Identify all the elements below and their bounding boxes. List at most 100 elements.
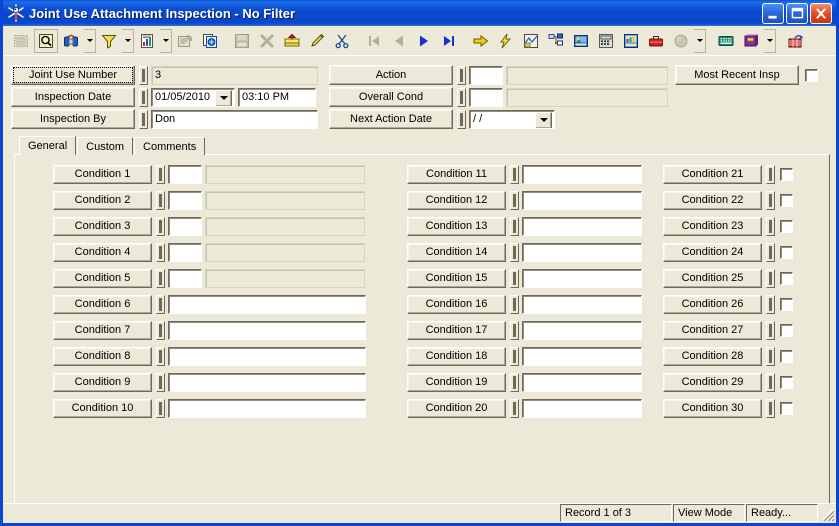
next-action-date-indicator[interactable]	[457, 109, 466, 129]
condition-label-button[interactable]: Condition 30	[663, 398, 762, 418]
condition-code-input[interactable]	[168, 164, 202, 184]
condition-indicator[interactable]	[766, 164, 775, 184]
condition-indicator[interactable]	[156, 216, 165, 236]
minimize-button[interactable]	[762, 2, 784, 24]
condition-indicator[interactable]	[766, 398, 775, 418]
condition-indicator[interactable]	[156, 268, 165, 288]
book-help-icon[interactable]	[739, 29, 763, 53]
maximize-button[interactable]	[786, 2, 808, 24]
condition-text-input[interactable]	[522, 398, 642, 418]
condition-label-button[interactable]: Condition 29	[663, 372, 762, 392]
resize-grip[interactable]	[819, 504, 835, 522]
condition-text-input[interactable]	[168, 320, 366, 340]
condition-label-button[interactable]: Condition 7	[53, 320, 152, 340]
condition-label-button[interactable]: Condition 2	[53, 190, 152, 210]
binoculars-search-icon[interactable]	[59, 29, 83, 53]
copy-record-icon[interactable]	[198, 29, 222, 53]
condition-checkbox[interactable]	[780, 167, 793, 181]
title-bar[interactable]: Joint Use Attachment Inspection - No Fil…	[3, 0, 836, 26]
condition-indicator[interactable]	[156, 320, 165, 340]
condition-checkbox[interactable]	[780, 219, 793, 233]
condition-indicator[interactable]	[510, 216, 519, 236]
condition-indicator[interactable]	[766, 372, 775, 392]
keyboard-entry-icon[interactable]	[714, 29, 738, 53]
next-record-icon[interactable]	[412, 29, 436, 53]
most-recent-insp-button[interactable]: Most Recent Insp	[675, 65, 799, 85]
condition-label-button[interactable]: Condition 26	[663, 294, 762, 314]
condition-indicator[interactable]	[766, 190, 775, 210]
joint-use-number-label-button[interactable]: Joint Use Number	[11, 65, 135, 85]
inspection-date-input[interactable]: 01/05/2010	[151, 87, 235, 107]
overall-cond-code-input[interactable]	[469, 87, 503, 107]
condition-label-button[interactable]: Condition 28	[663, 346, 762, 366]
condition-label-button[interactable]: Condition 6	[53, 294, 152, 314]
find-record-icon[interactable]	[34, 28, 58, 53]
condition-indicator[interactable]	[510, 320, 519, 340]
condition-label-button[interactable]: Condition 18	[407, 346, 506, 366]
condition-checkbox[interactable]	[780, 349, 793, 363]
condition-indicator[interactable]	[510, 190, 519, 210]
condition-indicator[interactable]	[510, 398, 519, 418]
condition-indicator[interactable]	[156, 190, 165, 210]
condition-label-button[interactable]: Condition 9	[53, 372, 152, 392]
condition-indicator[interactable]	[766, 268, 775, 288]
condition-checkbox[interactable]	[780, 401, 793, 415]
tab-custom[interactable]: Custom	[77, 137, 134, 155]
condition-indicator[interactable]	[156, 164, 165, 184]
inspection-by-indicator[interactable]	[139, 109, 148, 129]
action-label-button[interactable]: Action	[329, 65, 453, 85]
condition-indicator[interactable]	[510, 294, 519, 314]
condition-checkbox[interactable]	[780, 297, 793, 311]
joint-use-number-indicator[interactable]	[139, 65, 148, 85]
condition-label-button[interactable]: Condition 10	[53, 398, 152, 418]
condition-text-input[interactable]	[168, 294, 366, 314]
toolbox-icon[interactable]	[644, 29, 668, 53]
condition-text-input[interactable]	[168, 346, 366, 366]
condition-label-button[interactable]: Condition 19	[407, 372, 506, 392]
condition-label-button[interactable]: Condition 22	[663, 190, 762, 210]
select-all-icon[interactable]	[9, 29, 33, 53]
condition-text-input[interactable]	[522, 242, 642, 262]
edit-pencil-icon[interactable]	[305, 29, 329, 53]
save-disk-icon[interactable]	[230, 29, 254, 53]
condition-text-input[interactable]	[522, 268, 642, 288]
export-red-icon[interactable]	[784, 29, 808, 53]
condition-label-button[interactable]: Condition 3	[53, 216, 152, 236]
chevron-down-icon[interactable]	[215, 89, 232, 106]
image-photo-icon[interactable]	[569, 29, 593, 53]
condition-label-button[interactable]: Condition 16	[407, 294, 506, 314]
condition-label-button[interactable]: Condition 24	[663, 242, 762, 262]
condition-indicator[interactable]	[156, 294, 165, 314]
binoculars-dropdown[interactable]	[84, 28, 96, 53]
inspection-by-input[interactable]: Don	[151, 109, 318, 129]
tab-general[interactable]: General	[19, 136, 77, 155]
condition-label-button[interactable]: Condition 15	[407, 268, 506, 288]
filter-funnel-icon[interactable]	[97, 29, 121, 53]
condition-label-button[interactable]: Condition 12	[407, 190, 506, 210]
condition-indicator[interactable]	[766, 320, 775, 340]
action-code-input[interactable]	[469, 65, 503, 85]
condition-label-button[interactable]: Condition 8	[53, 346, 152, 366]
condition-indicator[interactable]	[766, 242, 775, 262]
condition-indicator[interactable]	[510, 372, 519, 392]
condition-indicator[interactable]	[766, 216, 775, 236]
inspection-date-label-button[interactable]: Inspection Date	[11, 87, 135, 107]
condition-text-input[interactable]	[522, 216, 642, 236]
close-button[interactable]	[810, 2, 832, 24]
new-record-icon[interactable]	[280, 29, 304, 53]
condition-indicator[interactable]	[156, 346, 165, 366]
condition-code-input[interactable]	[168, 190, 202, 210]
inspection-date-indicator[interactable]	[139, 87, 148, 107]
condition-indicator[interactable]	[156, 242, 165, 262]
lightning-action-icon[interactable]	[494, 29, 518, 53]
inspection-time-input[interactable]: 03:10 PM	[238, 87, 316, 107]
calculator-icon[interactable]	[594, 29, 618, 53]
chevron-down-icon[interactable]	[535, 111, 552, 128]
condition-indicator[interactable]	[510, 346, 519, 366]
condition-label-button[interactable]: Condition 23	[663, 216, 762, 236]
condition-label-button[interactable]: Condition 1	[53, 164, 152, 184]
goto-arrow-icon[interactable]	[469, 29, 493, 53]
action-indicator[interactable]	[457, 65, 466, 85]
condition-checkbox[interactable]	[780, 375, 793, 389]
condition-label-button[interactable]: Condition 21	[663, 164, 762, 184]
